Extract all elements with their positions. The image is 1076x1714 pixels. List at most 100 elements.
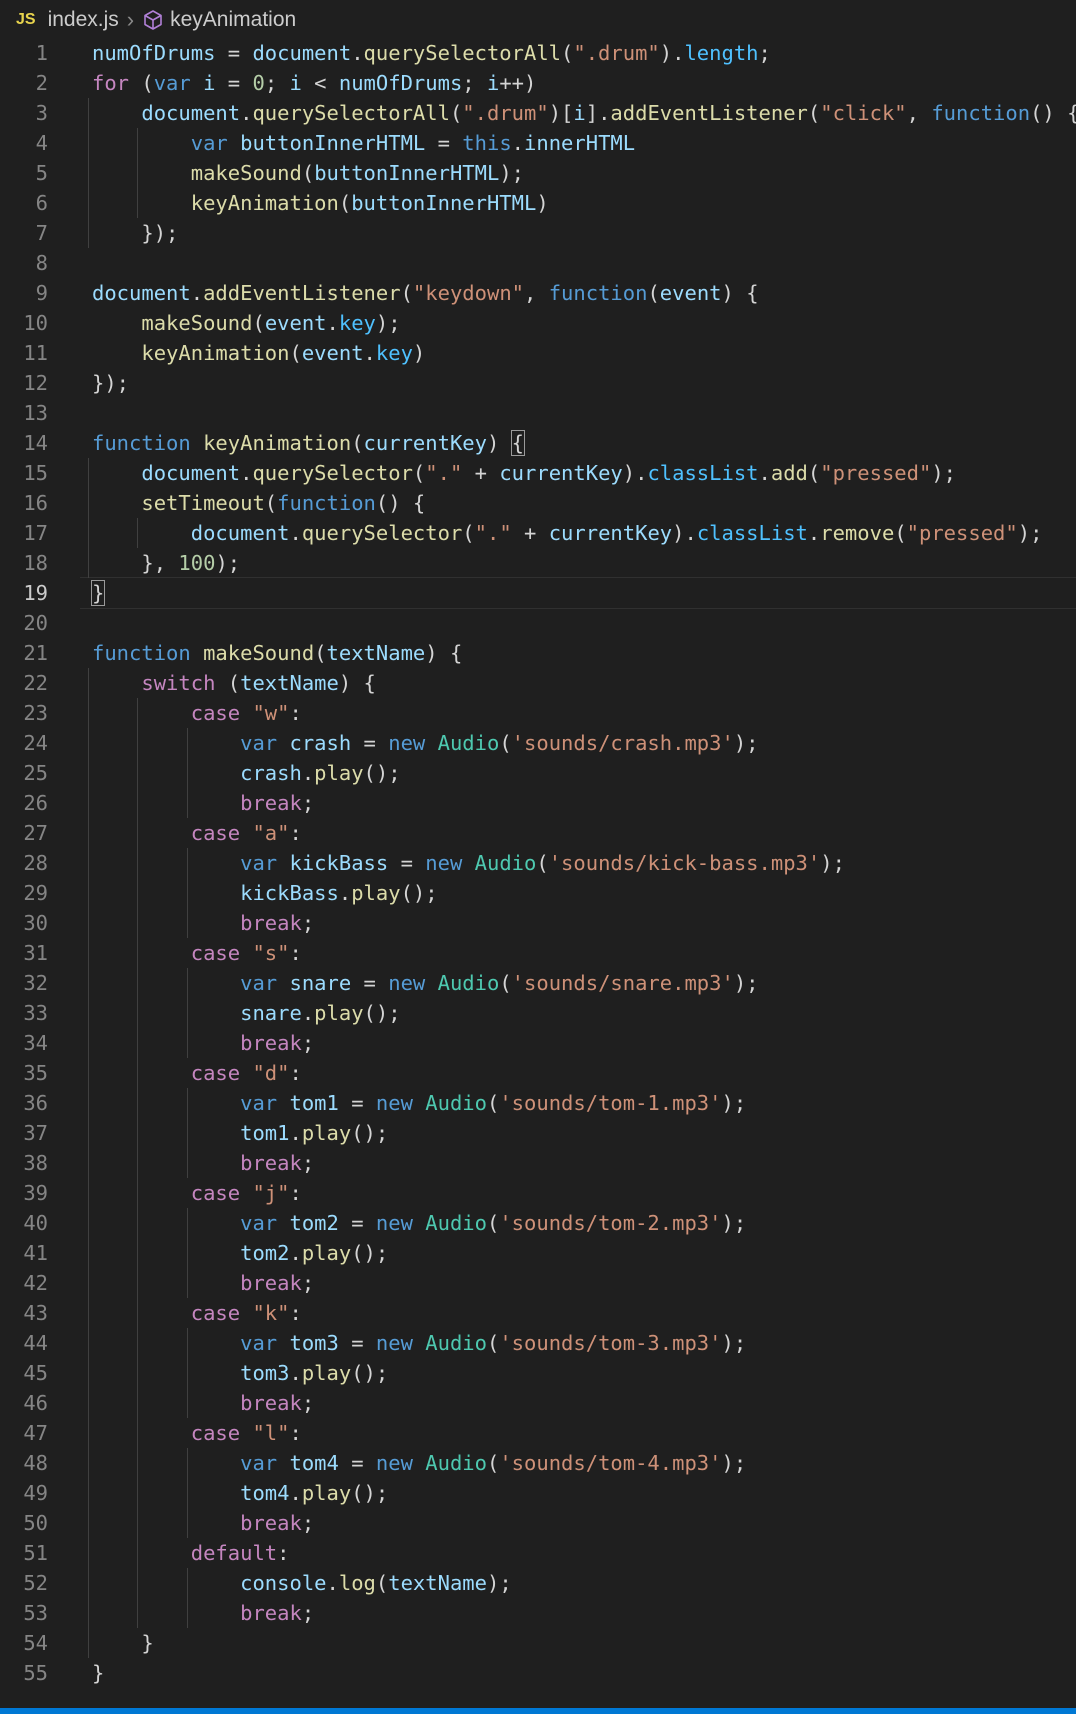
code-line[interactable]: 53 break;: [0, 1598, 1076, 1628]
code-line[interactable]: 36 var tom1 = new Audio('sounds/tom-1.mp…: [0, 1088, 1076, 1118]
code-line[interactable]: 46 break;: [0, 1388, 1076, 1418]
code-line[interactable]: 3 document.querySelectorAll(".drum")[i].…: [0, 98, 1076, 128]
code-line[interactable]: 34 break;: [0, 1028, 1076, 1058]
code-token: (: [486, 1091, 500, 1115]
code-line[interactable]: 52 console.log(textName);: [0, 1568, 1076, 1598]
code-line[interactable]: 28 var kickBass = new Audio('sounds/kick…: [0, 848, 1076, 878]
code-token: keyAnimation: [203, 431, 352, 455]
code-token: new: [388, 731, 426, 755]
code-line[interactable]: 42 break;: [0, 1268, 1076, 1298]
code-line[interactable]: 44 var tom3 = new Audio('sounds/tom-3.mp…: [0, 1328, 1076, 1358]
code-line[interactable]: 15 document.querySelector("." + currentK…: [0, 458, 1076, 488]
code-token: remove: [820, 521, 895, 545]
code-token: 'sounds/tom-4.mp3': [499, 1451, 722, 1475]
code-line[interactable]: 12});: [0, 368, 1076, 398]
code-token: for: [92, 71, 130, 95]
indent-guide: [88, 668, 89, 1658]
code-line[interactable]: 48 var tom4 = new Audio('sounds/tom-4.mp…: [0, 1448, 1076, 1478]
code-token: .: [190, 281, 204, 305]
code-line[interactable]: 11 keyAnimation(event.key): [0, 338, 1076, 368]
breadcrumb-symbol[interactable]: keyAnimation: [170, 8, 296, 32]
code-token: .: [807, 521, 821, 545]
javascript-file-icon: JS: [16, 11, 36, 28]
code-line[interactable]: 45 tom3.play();: [0, 1358, 1076, 1388]
code-line[interactable]: 32 var snare = new Audio('sounds/snare.m…: [0, 968, 1076, 998]
code-token: crash: [289, 731, 352, 755]
code-token: textName: [388, 1571, 487, 1595]
code-token: document: [141, 101, 241, 125]
code-line[interactable]: 33 snare.play();: [0, 998, 1076, 1028]
code-line[interactable]: 23 case "w":: [0, 698, 1076, 728]
breadcrumb-file[interactable]: index.js: [48, 8, 119, 32]
code-token: tom1: [289, 1091, 339, 1115]
code-line[interactable]: 4 var buttonInnerHTML = this.innerHTML: [0, 128, 1076, 158]
code-token: ): [486, 431, 512, 455]
code-line[interactable]: 6 keyAnimation(buttonInnerHTML): [0, 188, 1076, 218]
code-line[interactable]: 18 }, 100);: [0, 548, 1076, 578]
code-token: tom3: [240, 1361, 290, 1385]
code-token: "j": [252, 1181, 290, 1205]
code-line[interactable]: 50 break;: [0, 1508, 1076, 1538]
line-number: 15: [23, 461, 48, 485]
code-token: ;: [301, 791, 315, 815]
code-line[interactable]: 5 makeSound(buttonInnerHTML);: [0, 158, 1076, 188]
code-line[interactable]: 25 crash.play();: [0, 758, 1076, 788]
code-line[interactable]: 30 break;: [0, 908, 1076, 938]
line-number: 53: [23, 1601, 48, 1625]
indent-guide: [137, 128, 139, 218]
indent-guide: [186, 728, 188, 818]
code-line[interactable]: 47 case "l":: [0, 1418, 1076, 1448]
indent-guide: [186, 968, 188, 1058]
code-line[interactable]: 24 var crash = new Audio('sounds/crash.m…: [0, 728, 1076, 758]
code-line[interactable]: 14 function keyAnimation(currentKey) {: [0, 428, 1076, 458]
code-line[interactable]: 43 case "k":: [0, 1298, 1076, 1328]
code-token: () {: [1030, 101, 1076, 125]
code-line[interactable]: 49 tom4.play();: [0, 1478, 1076, 1508]
code-line[interactable]: 20: [0, 608, 1076, 638]
indent-guide: [186, 848, 188, 938]
code-line[interactable]: 10 makeSound(event.key);: [0, 308, 1076, 338]
code-token: () {: [375, 491, 426, 515]
code-line[interactable]: 9 document.addEventListener("keydown", fu…: [0, 278, 1076, 308]
code-token: setTimeout: [141, 491, 265, 515]
code-line[interactable]: 29 kickBass.play();: [0, 878, 1076, 908]
code-line[interactable]: 1 numOfDrums = document.querySelectorAll(…: [0, 38, 1076, 68]
code-token: );: [215, 551, 241, 575]
code-line[interactable]: 7 });: [0, 218, 1076, 248]
code-text: for (var i = 0; i < numOfDrums; i++): [92, 68, 536, 98]
code-line[interactable]: 35 case "d":: [0, 1058, 1076, 1088]
code-line[interactable]: 16 setTimeout(function() {: [0, 488, 1076, 518]
code-token: ();: [400, 881, 438, 905]
code-line[interactable]: 54 }: [0, 1628, 1076, 1658]
line-number: 26: [23, 791, 48, 815]
code-editor[interactable]: 1 numOfDrums = document.querySelectorAll(…: [0, 38, 1076, 1688]
code-line[interactable]: 21 function makeSound(textName) {: [0, 638, 1076, 668]
code-line[interactable]: 19}: [0, 577, 1076, 609]
code-text: var tom4 = new Audio('sounds/tom-4.mp3')…: [92, 1448, 746, 1478]
code-line[interactable]: 2 for (var i = 0; i < numOfDrums; i++): [0, 68, 1076, 98]
code-line[interactable]: 37 tom1.play();: [0, 1118, 1076, 1148]
code-token: var: [190, 131, 228, 155]
code-line[interactable]: 22 switch (textName) {: [0, 668, 1076, 698]
code-token: ) {: [721, 281, 759, 305]
code-text: break;: [92, 1148, 314, 1178]
code-line[interactable]: 51 default:: [0, 1538, 1076, 1568]
code-text: document.addEventListener("keydown", fun…: [92, 278, 759, 308]
code-line[interactable]: 55}: [0, 1658, 1076, 1688]
code-text: var tom3 = new Audio('sounds/tom-3.mp3')…: [92, 1328, 746, 1358]
code-line[interactable]: 41 tom2.play();: [0, 1238, 1076, 1268]
code-line[interactable]: 8: [0, 248, 1076, 278]
code-line[interactable]: 27 case "a":: [0, 818, 1076, 848]
code-token: =: [351, 731, 389, 755]
code-text: document.querySelectorAll(".drum")[i].ad…: [92, 98, 1076, 128]
code-line[interactable]: 13: [0, 398, 1076, 428]
code-line[interactable]: 40 var tom2 = new Audio('sounds/tom-2.mp…: [0, 1208, 1076, 1238]
code-line[interactable]: 17 document.querySelector("." + currentK…: [0, 518, 1076, 548]
code-line[interactable]: 31 case "s":: [0, 938, 1076, 968]
code-line[interactable]: 26 break;: [0, 788, 1076, 818]
code-line[interactable]: 38 break;: [0, 1148, 1076, 1178]
code-line[interactable]: 39 case "j":: [0, 1178, 1076, 1208]
line-number: 48: [23, 1451, 48, 1475]
